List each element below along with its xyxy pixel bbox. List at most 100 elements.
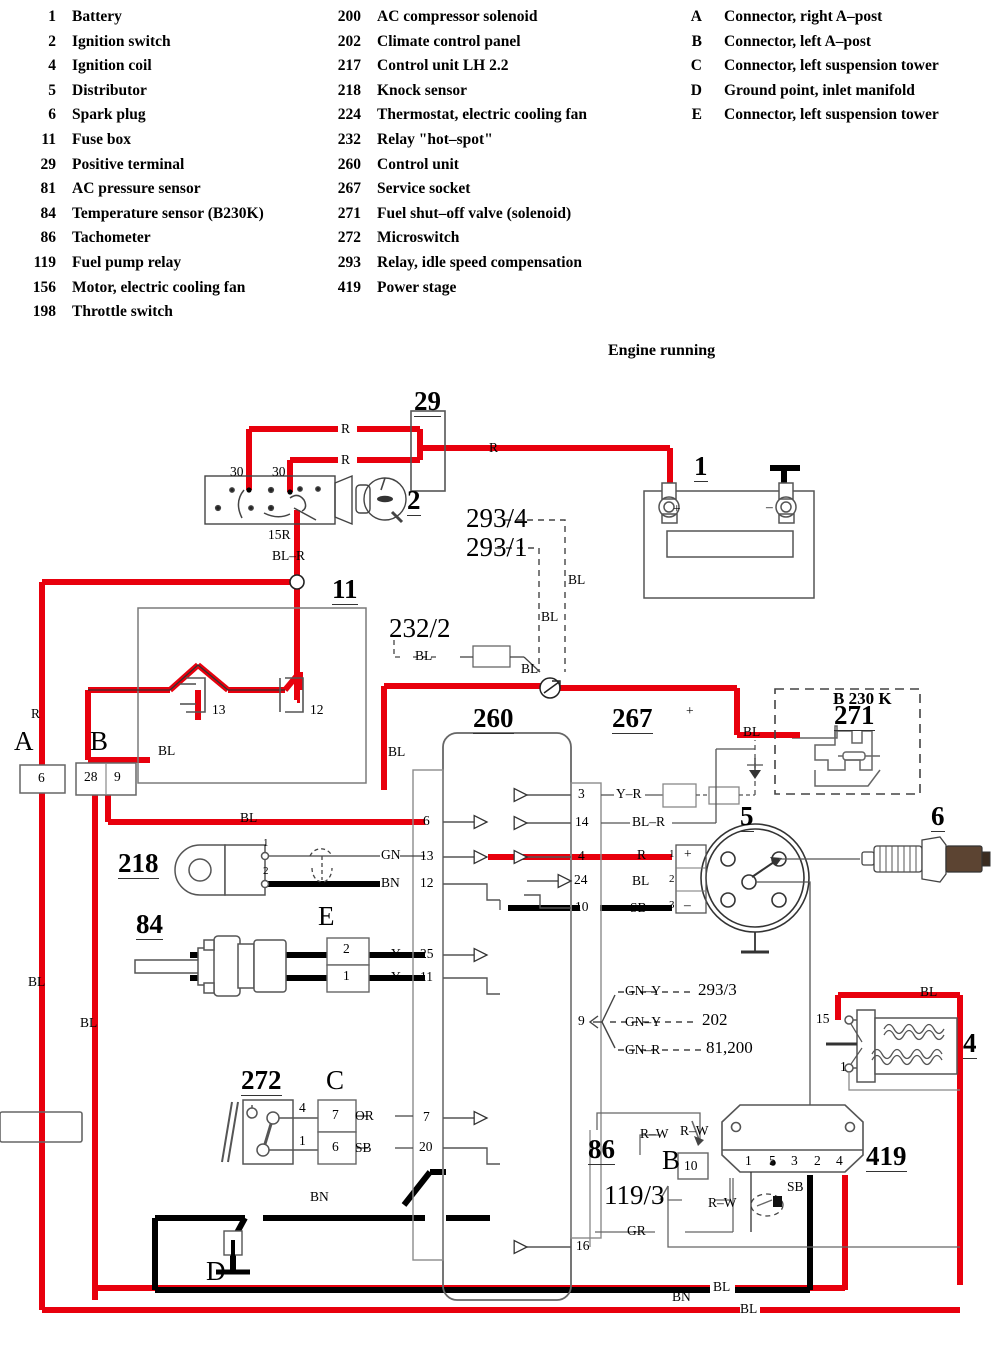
dist-pin-3: 3 — [669, 899, 675, 911]
label-battery-1: 1 — [694, 451, 708, 482]
wire-label-bl-b-down: BL — [80, 1015, 98, 1030]
ignition-switch-2 — [204, 474, 407, 526]
ms-pin-4: 4 — [299, 1100, 306, 1115]
pin-label-knock-2: 2 — [263, 865, 269, 877]
label-293-3: 293/3 — [698, 980, 737, 999]
wire-label-y-11: Y — [391, 969, 401, 984]
wire-label-or: OR — [355, 1108, 374, 1123]
label-ignition-coil-4: 4 — [963, 1028, 977, 1059]
pin-260-13: 13 — [420, 848, 434, 863]
pin-260-16: 16 — [576, 1238, 590, 1253]
pin-260-14: 14 — [575, 814, 589, 829]
label-service-socket-267: 267 — [612, 703, 653, 734]
wire-label-gny-293: GN–Y — [625, 983, 661, 998]
label-distributor-5: 5 — [740, 801, 754, 832]
wire-label-r-top2: R — [341, 452, 351, 467]
connB-pin-10: 10 — [684, 1158, 698, 1173]
label-ignition-switch-2: 2 — [407, 485, 421, 516]
battery-plus: + — [673, 501, 681, 516]
pin-label-knock-1: 1 — [263, 837, 269, 849]
coil-pin-15: 15 — [816, 1011, 830, 1026]
wire-label-sb-10: SB — [630, 900, 647, 915]
label-connector-C: C — [326, 1065, 345, 1095]
pin-260-25: 25 — [420, 946, 434, 961]
ps-pin-5: 5 — [769, 1153, 776, 1168]
wire-label-bl-pin6: BL — [240, 810, 258, 825]
pin-260-24: 24 — [574, 872, 588, 887]
pin-260-20: 20 — [419, 1139, 433, 1154]
wire-label-terminal-15r: 15R — [268, 527, 291, 542]
pin-label-e-2: 2 — [343, 941, 350, 956]
wire-label-bl-232-right: BL — [521, 661, 539, 676]
distributor-5 — [675, 823, 860, 1110]
wire-label-bl-293-lower: BL — [541, 609, 559, 624]
label-power-stage-419: 419 — [866, 1141, 907, 1172]
temperature-sensor-84 — [134, 935, 287, 997]
label-b230k: B 230 K — [833, 689, 892, 708]
dist-pin-2: 2 — [669, 873, 675, 885]
pin-260-6: 6 — [423, 813, 430, 828]
ps-pin-4: 4 — [836, 1153, 843, 1168]
label-connector-B: B — [90, 726, 109, 756]
ps-pin-3: 3 — [791, 1153, 798, 1168]
wire-label-sb-419: SB — [787, 1179, 804, 1194]
label-connector-B-tacho: B — [662, 1145, 681, 1175]
label-relay-idle-293-1: 293/1 — [466, 532, 528, 562]
label-positive-terminal-29: 29 — [414, 386, 441, 417]
label-connector-A: A — [14, 726, 34, 756]
wire-label-bl-to260: BL — [388, 744, 406, 759]
dist-pin-minus: – — [684, 897, 691, 912]
dist-pin-plus: + — [684, 846, 692, 861]
wire-label-bl-fuse: BL — [158, 743, 176, 758]
pin-260-4: 4 — [578, 848, 585, 863]
wire-label-bn-bottom: BN — [672, 1289, 691, 1304]
battery-minus: – — [766, 499, 773, 514]
label-connector-E: E — [318, 901, 335, 931]
wire-label-rw-1: R–W — [640, 1126, 669, 1141]
battery-1 — [643, 482, 815, 599]
knock-sensor-218 — [174, 844, 380, 896]
wire-label-terminal-30b: 30 — [272, 464, 286, 479]
label-relay-hotspot-232: 232/2 — [389, 613, 451, 643]
label-control-unit-260: 260 — [473, 703, 514, 734]
wire-label-bl-r-switch: BL–R — [272, 548, 306, 563]
label-ground-D: D — [206, 1256, 226, 1286]
c-pin-7: 7 — [332, 1107, 339, 1122]
control-unit-260 — [412, 732, 602, 1301]
wire-label-bl-271: BL — [743, 724, 761, 739]
wire-label-sb-c: SB — [355, 1140, 372, 1155]
pin-label-e-1: 1 — [343, 968, 350, 983]
pin-label-connB-9: 9 — [114, 769, 121, 784]
ps-pin-1: 1 — [745, 1153, 752, 1168]
pin-260-12: 12 — [420, 875, 434, 890]
wire-label-fuse12: 12 — [310, 702, 324, 717]
pin-260-7: 7 — [423, 1109, 430, 1124]
ms-pin-1: 1 — [299, 1133, 306, 1148]
label-knock-sensor-218: 218 — [118, 848, 159, 879]
pin-260-10: 10 — [575, 899, 589, 914]
wire-label-bl-bottom2: BL — [740, 1301, 758, 1316]
ps-pin-2: 2 — [814, 1153, 821, 1168]
socket-plus: + — [686, 703, 694, 718]
wire-label-bl-24: BL — [632, 873, 650, 888]
label-fuse-box-11: 11 — [332, 574, 358, 605]
c-pin-6: 6 — [332, 1139, 339, 1154]
wire-label-bl-a-down: BL — [28, 974, 46, 989]
pin-label-connB-28: 28 — [84, 769, 98, 784]
wire-label-r-terminal-out: R — [489, 440, 499, 455]
wire-label-r-4: R — [637, 847, 647, 862]
wire-label-bl-r-14: BL–R — [632, 814, 666, 829]
ignition-coil-4 — [826, 1009, 960, 1091]
fuel-shutoff-valve-271 — [792, 725, 881, 787]
wire-label-bl-bottom1: BL — [713, 1279, 731, 1294]
wire-label-bn-knock: BN — [381, 875, 400, 890]
spark-plug-6 — [861, 836, 991, 883]
label-microswitch-272: 272 — [241, 1065, 282, 1096]
wire-label-gn: GN — [381, 847, 401, 862]
label-spark-plug-6: 6 — [931, 801, 945, 832]
wire-label-rw-2: R–W — [680, 1123, 709, 1138]
wire-label-fuse13: 13 — [212, 702, 226, 717]
pin-label-connA: 6 — [38, 770, 45, 785]
wiring-diagram-page: 1 Battery 2 Ignition switch 4 Ignition coil… — [0, 0, 1000, 1353]
wire-label-bl-293-upper: BL — [568, 572, 586, 587]
